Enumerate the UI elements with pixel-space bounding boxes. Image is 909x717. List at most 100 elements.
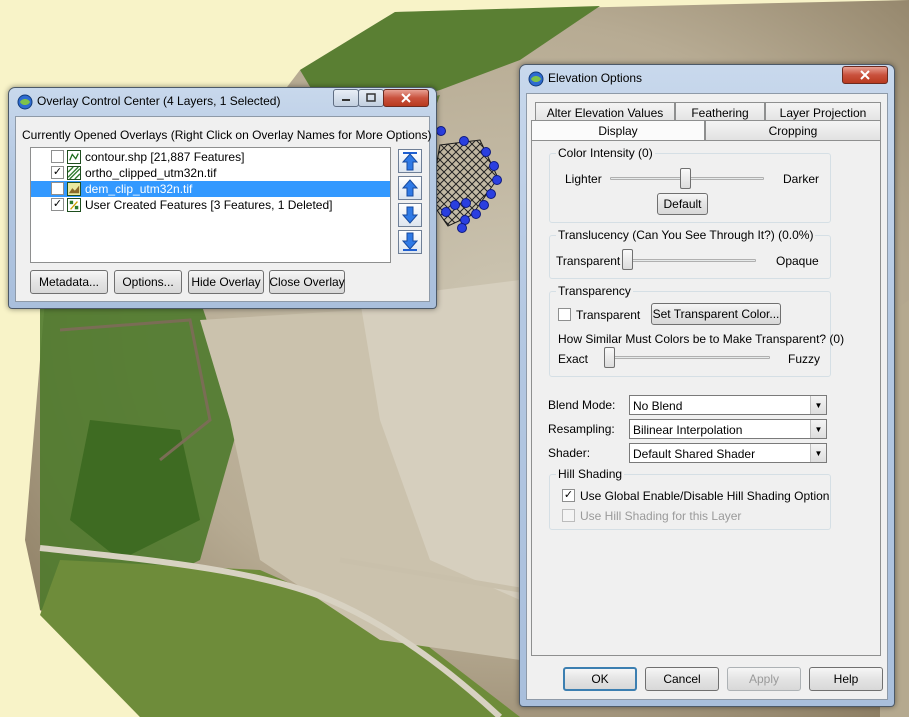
translucency-track[interactable] xyxy=(622,259,756,262)
move-up-button[interactable] xyxy=(398,176,422,200)
layer-hill-shading-label: Use Hill Shading for this Layer xyxy=(580,509,742,523)
default-button[interactable]: Default xyxy=(657,193,708,215)
exact-label: Exact xyxy=(558,352,589,366)
apply-button: Apply xyxy=(727,667,801,691)
translucency-slider[interactable] xyxy=(622,249,633,270)
layer-name: ortho_clipped_utm32n.tif xyxy=(85,166,217,180)
color-intensity-slider[interactable] xyxy=(680,168,691,189)
color-intensity-group: Color Intensity (0) Lighter Darker Defau… xyxy=(549,146,831,223)
resampling-label: Resampling: xyxy=(548,422,615,436)
lighter-label: Lighter xyxy=(565,172,602,186)
raster-hatch-icon xyxy=(67,166,81,180)
blend-mode-value: No Blend xyxy=(633,399,683,413)
vertex-marker xyxy=(441,207,451,217)
blend-mode-select[interactable]: No Blend ▼ xyxy=(629,395,827,415)
title-bar[interactable]: Overlay Control Center (4 Layers, 1 Sele… xyxy=(9,88,436,116)
help-button[interactable]: Help xyxy=(809,667,883,691)
chevron-down-icon[interactable]: ▼ xyxy=(810,444,826,462)
title-bar[interactable]: Elevation Options xyxy=(520,65,894,93)
transparent-label: Transparent xyxy=(556,254,621,268)
window-title: Overlay Control Center (4 Layers, 1 Sele… xyxy=(37,94,281,108)
close-button[interactable] xyxy=(842,66,888,84)
list-item[interactable]: ✓ User Created Features [3 Features, 1 D… xyxy=(31,197,390,213)
layer-visibility-checkbox[interactable]: ✓ xyxy=(51,198,64,211)
vertex-marker xyxy=(471,209,481,219)
app-icon xyxy=(17,94,33,110)
arrow-down-icon xyxy=(401,206,419,224)
elevation-icon xyxy=(67,182,81,196)
vertex-marker xyxy=(450,200,460,210)
tab-cropping[interactable]: Cropping xyxy=(705,120,881,140)
list-item[interactable]: ✓ ortho_clipped_utm32n.tif xyxy=(31,165,390,181)
set-transparent-color-button[interactable]: Set Transparent Color... xyxy=(651,303,781,325)
overlay-list-header: Currently Opened Overlays (Right Click o… xyxy=(22,128,432,142)
vertex-marker xyxy=(492,175,502,185)
vertex-marker xyxy=(457,223,467,233)
ok-button[interactable]: OK xyxy=(563,667,637,691)
overlay-control-center-window[interactable]: Overlay Control Center (4 Layers, 1 Sele… xyxy=(8,87,437,309)
layer-visibility-checkbox[interactable]: ✓ xyxy=(51,182,64,195)
similarity-label: How Similar Must Colors be to Make Trans… xyxy=(558,332,845,346)
elevation-client-area: Alter Elevation Values Feathering Layer … xyxy=(526,93,888,700)
similarity-slider[interactable] xyxy=(604,347,615,368)
opaque-label: Opaque xyxy=(776,254,819,268)
layer-name: User Created Features [3 Features, 1 Del… xyxy=(85,198,333,212)
move-to-bottom-icon xyxy=(401,232,419,251)
tab-alter-elevation-values[interactable]: Alter Elevation Values xyxy=(535,102,675,122)
layer-name: contour.shp [21,887 Features] xyxy=(85,150,245,164)
transparency-group: Transparency Transparent Set Transparent… xyxy=(549,284,844,377)
vertex-marker xyxy=(436,126,446,136)
move-to-bottom-button[interactable] xyxy=(398,230,422,254)
vertex-marker xyxy=(459,136,469,146)
list-item[interactable]: contour.shp [21,887 Features] xyxy=(31,149,390,165)
translucency-group: Translucency (Can You See Through It?) (… xyxy=(549,228,831,279)
metadata-button[interactable]: Metadata... xyxy=(30,270,108,294)
hill-shading-title: Hill Shading xyxy=(556,467,625,481)
color-intensity-title: Color Intensity (0) xyxy=(556,146,655,160)
close-overlay-button[interactable]: Close Overlay xyxy=(269,270,345,294)
app-icon xyxy=(528,71,544,87)
vertex-marker xyxy=(489,161,499,171)
minimize-button[interactable] xyxy=(333,89,359,107)
elevation-options-window[interactable]: Elevation Options Alter Elevation Values… xyxy=(519,64,895,707)
layer-name: dem_clip_utm32n.tif xyxy=(85,182,193,196)
close-button[interactable] xyxy=(383,89,429,107)
chevron-down-icon[interactable]: ▼ xyxy=(810,396,826,414)
arrow-up-icon xyxy=(401,179,419,197)
user-features-icon xyxy=(67,198,81,212)
tab-layer-projection[interactable]: Layer Projection xyxy=(765,102,881,122)
tab-feathering[interactable]: Feathering xyxy=(675,102,765,122)
layer-visibility-checkbox[interactable]: ✓ xyxy=(51,166,64,179)
maximize-icon xyxy=(366,93,376,102)
similarity-track[interactable] xyxy=(606,356,770,359)
global-hill-shading-checkbox[interactable]: ✓ xyxy=(562,489,575,502)
cancel-button[interactable]: Cancel xyxy=(645,667,719,691)
move-down-button[interactable] xyxy=(398,203,422,227)
resampling-value: Bilinear Interpolation xyxy=(633,423,743,437)
chevron-down-icon[interactable]: ▼ xyxy=(810,420,826,438)
overlay-client-area: Currently Opened Overlays (Right Click o… xyxy=(15,116,432,302)
translucency-title: Translucency (Can You See Through It?) (… xyxy=(556,228,816,242)
global-hill-shading-label: Use Global Enable/Disable Hill Shading O… xyxy=(580,489,830,503)
shader-select[interactable]: Default Shared Shader ▼ xyxy=(629,443,827,463)
darker-label: Darker xyxy=(783,172,820,186)
vector-line-icon xyxy=(67,150,81,164)
maximize-button[interactable] xyxy=(358,89,384,107)
resampling-select[interactable]: Bilinear Interpolation ▼ xyxy=(629,419,827,439)
overlay-list[interactable]: contour.shp [21,887 Features] ✓ ortho_cl… xyxy=(30,147,391,263)
options-button[interactable]: Options... xyxy=(114,270,182,294)
window-title: Elevation Options xyxy=(548,71,643,85)
shader-value: Default Shared Shader xyxy=(633,447,756,461)
transparency-title: Transparency xyxy=(556,284,633,298)
display-tab-panel: Color Intensity (0) Lighter Darker Defau… xyxy=(531,140,881,656)
move-to-top-button[interactable] xyxy=(398,149,422,173)
list-item[interactable]: ✓ dem_clip_utm32n.tif xyxy=(31,181,390,197)
close-icon xyxy=(401,93,411,103)
vertex-marker xyxy=(481,147,491,157)
blend-mode-label: Blend Mode: xyxy=(548,398,616,412)
layer-visibility-checkbox[interactable] xyxy=(51,150,64,163)
fuzzy-label: Fuzzy xyxy=(788,352,821,366)
hide-overlay-button[interactable]: Hide Overlay xyxy=(188,270,264,294)
transparent-checkbox[interactable] xyxy=(558,308,571,321)
tab-display[interactable]: Display xyxy=(531,120,705,140)
